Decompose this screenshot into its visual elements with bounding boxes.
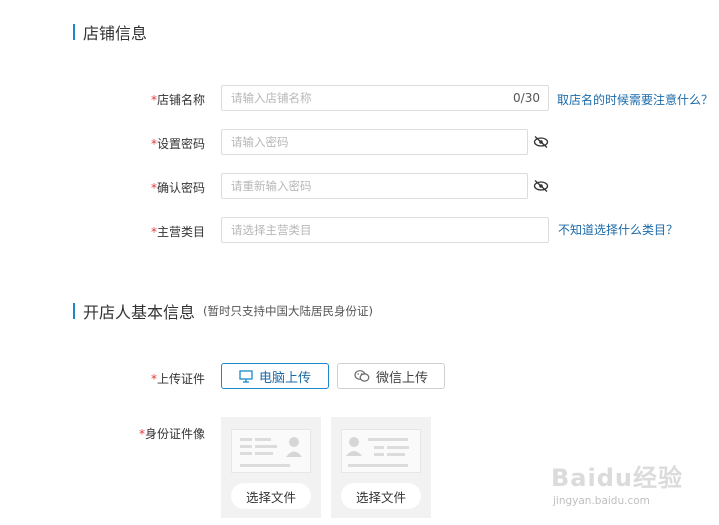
wechat-icon [354,369,370,383]
password-input[interactable]: 请输入密码 [221,129,528,155]
password-placeholder: 请输入密码 [231,135,289,149]
shop-name-placeholder: 请输入店铺名称 [231,91,312,105]
id-back-select-file-button[interactable]: 选择文件 [341,483,421,509]
id-back-upload-card: 选择文件 [331,417,431,518]
category-placeholder: 请选择主营类目 [231,223,312,237]
shop-name-counter: 0/30 [513,91,540,105]
wechat-upload-label: 微信上传 [375,370,428,386]
id-front-illustration [231,429,311,473]
eye-hidden-icon[interactable] [533,179,549,193]
eye-hidden-icon[interactable] [533,135,549,149]
shop-info-section-title: 店铺信息 [73,23,148,43]
id-back-illustration [341,429,421,473]
section-accent-bar [73,24,75,40]
id-photo-label: *身份证件像 [138,427,205,441]
owner-info-section-title: 开店人基本信息 (暂时只支持中国大陆居民身份证) [73,302,373,322]
baidu-jingyan-watermark: Baidu经验 jingyan.baidu.com [551,458,711,518]
upload-label: *上传证件 [150,372,205,386]
shop-name-input[interactable]: 请输入店铺名称 0/30 [221,85,549,111]
password-label: *设置密码 [150,137,205,151]
section-title-text: 开店人基本信息 [83,303,196,322]
wechat-upload-button[interactable]: 微信上传 [337,363,445,389]
confirm-password-label: *确认密码 [150,181,205,195]
category-help-link[interactable]: 不知道选择什么类目？ [558,221,678,238]
shop-name-help-link[interactable]: 取店名的时候需要注意什么？ [557,91,713,108]
watermark-url: jingyan.baidu.com [553,495,650,507]
shop-name-label: *店铺名称 [150,93,205,107]
section-title-text: 店铺信息 [83,24,148,43]
pc-upload-button[interactable]: 电脑上传 [221,363,329,389]
id-front-select-file-button[interactable]: 选择文件 [231,483,311,509]
category-label: *主营类目 [150,225,205,239]
monitor-icon [239,369,253,383]
section-accent-bar [73,303,75,319]
confirm-password-placeholder: 请重新输入密码 [231,179,312,193]
id-front-upload-card: 选择文件 [221,417,321,518]
watermark-brand: Baidu经验 [551,464,683,492]
confirm-password-input[interactable]: 请重新输入密码 [221,173,528,199]
section-note: (暂时只支持中国大陆居民身份证) [203,304,373,318]
pc-upload-label: 电脑上传 [258,370,311,386]
category-select[interactable]: 请选择主营类目 [221,217,549,243]
